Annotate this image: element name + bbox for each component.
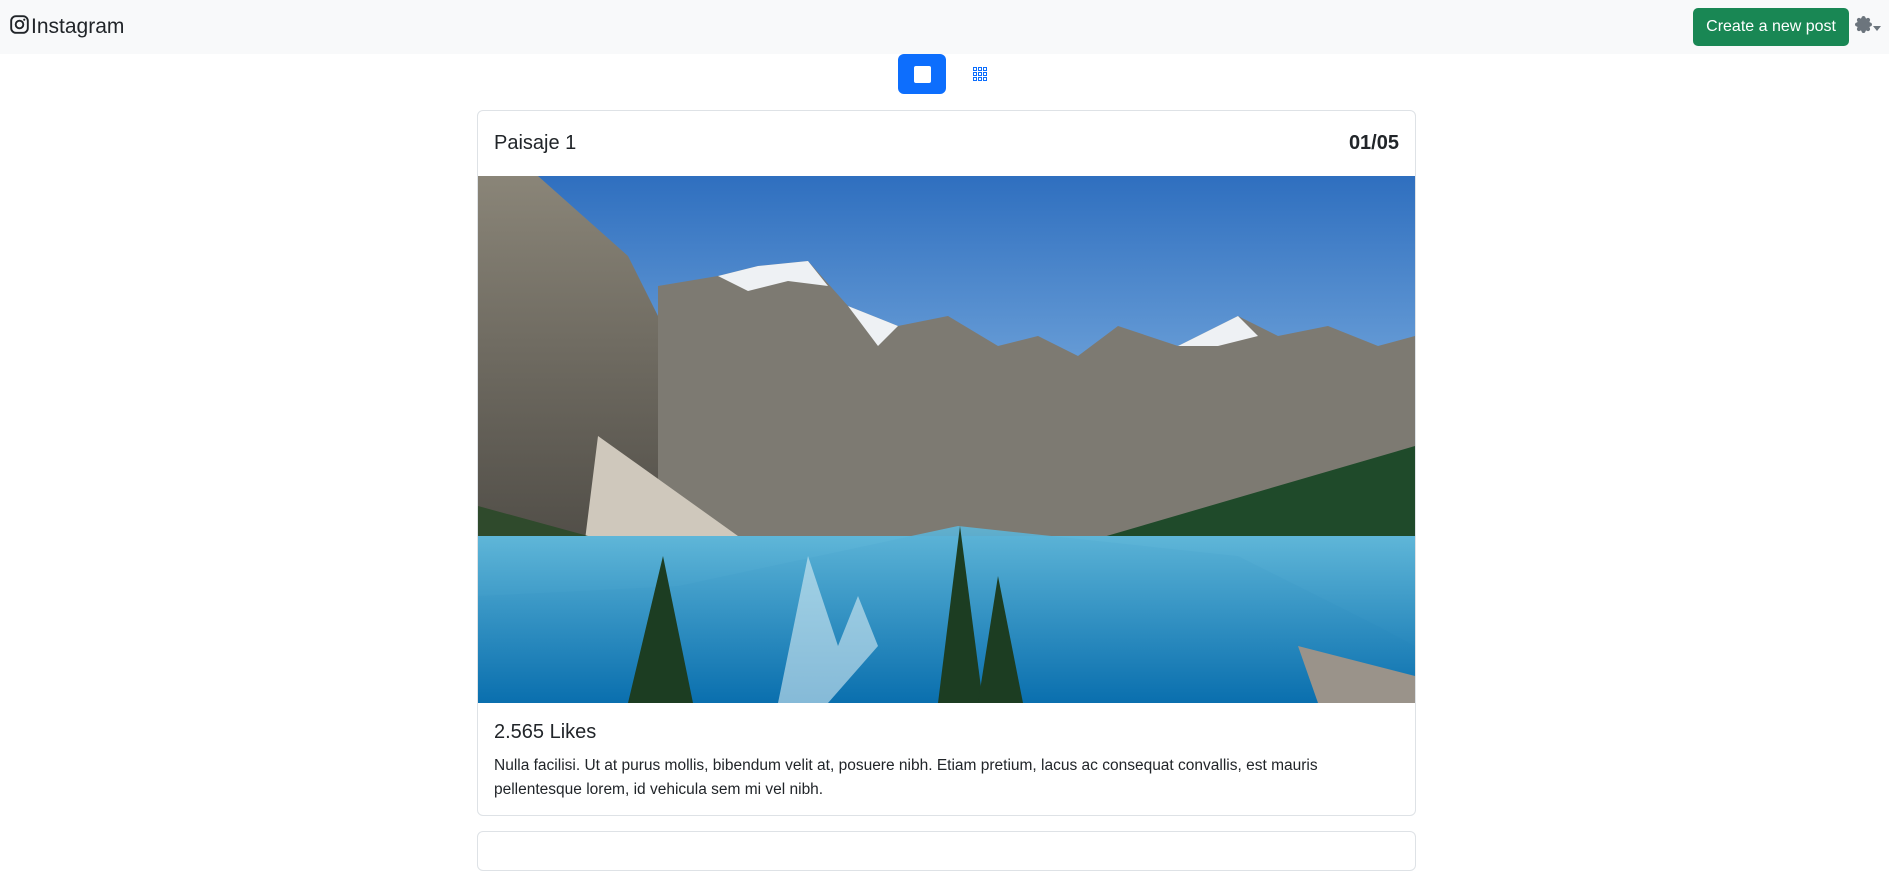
view-toggle [898, 54, 1004, 94]
brand-label: Instagram [31, 15, 125, 38]
single-view-button[interactable] [898, 54, 946, 94]
post-caption: Nulla facilisi. Ut at purus mollis, bibe… [494, 757, 1318, 798]
instagram-icon [10, 14, 29, 40]
navbar-actions: Create a new post [1693, 8, 1881, 46]
single-view-icon [913, 65, 931, 83]
brand-link[interactable]: Instagram [10, 14, 125, 40]
create-post-button[interactable]: Create a new post [1693, 8, 1849, 46]
post-likes: 2.565 Likes [494, 721, 597, 743]
grid-view-icon [973, 67, 987, 81]
chevron-down-icon [1873, 25, 1881, 31]
grid-view-button[interactable] [956, 54, 1004, 94]
post-counter: 01/05 [1348, 132, 1399, 154]
settings-dropdown[interactable] [1855, 16, 1881, 38]
post-card: Paisaje 1 01/05 2.565 Likes Nulla facili… [477, 110, 1416, 816]
post-header: Paisaje 1 01/05 [478, 111, 1415, 176]
next-post-card [477, 831, 1416, 871]
gear-icon [1855, 16, 1872, 38]
post-image[interactable] [478, 176, 1415, 703]
navbar: Instagram Create a new post [0, 0, 1889, 54]
post-title: Paisaje 1 [494, 132, 577, 154]
post-body: 2.565 Likes Nulla facilisi. Ut at purus … [478, 703, 1415, 802]
